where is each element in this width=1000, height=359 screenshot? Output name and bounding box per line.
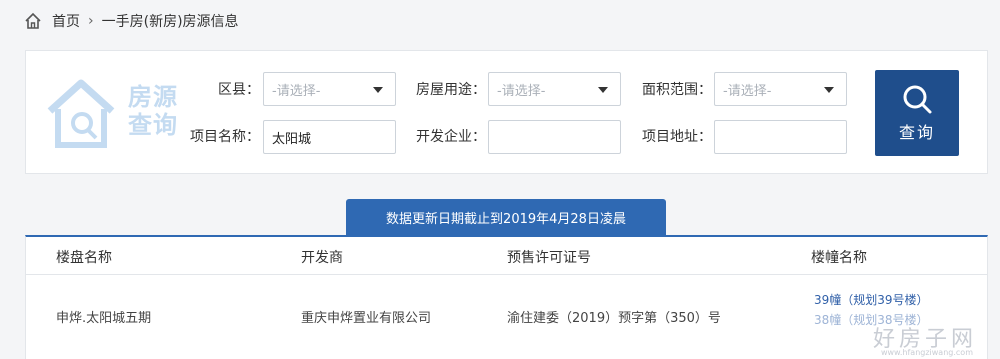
house-icon	[47, 79, 115, 148]
address-label: 项目地址：	[642, 129, 712, 145]
area-select[interactable]: -请选择-	[714, 72, 847, 106]
usage-placeholder: -请选择-	[497, 83, 546, 99]
house-search-logo: 房源 查询	[46, 75, 196, 151]
search-panel: 房源 查询 区县： -请选择- 房屋用途： -请选择- 面积范围： -请选择- …	[25, 50, 988, 174]
caret-down-icon	[824, 87, 834, 93]
breadcrumb-home-link[interactable]: 首页	[52, 11, 80, 31]
search-button-label: 查询	[898, 123, 935, 142]
breadcrumb: 首页 › 一手房(新房)房源信息	[24, 10, 239, 32]
district-placeholder: -请选择-	[272, 83, 321, 99]
building-link[interactable]: 39幢（规划39号楼）	[814, 291, 929, 308]
developer-input[interactable]	[488, 120, 621, 154]
area-label: 面积范围：	[642, 82, 712, 98]
col-permit: 预售许可证号	[507, 250, 591, 266]
table-header: 楼盘名称 开发商 预售许可证号 楼幢名称	[26, 237, 987, 275]
project-name-input[interactable]: 太阳城	[263, 120, 396, 154]
chevron-right-icon: ›	[88, 13, 94, 29]
col-project: 楼盘名称	[56, 250, 112, 266]
home-icon[interactable]	[24, 12, 42, 30]
row-project[interactable]: 申烨.太阳城五期	[56, 307, 151, 326]
project-name-value: 太阳城	[272, 131, 312, 147]
logo-line1: 房源	[128, 83, 178, 111]
watermark-url: www.hfangziwang.com	[880, 348, 973, 357]
developer-label: 开发企业：	[416, 129, 486, 145]
area-placeholder: -请选择-	[723, 83, 772, 99]
usage-select[interactable]: -请选择-	[488, 72, 621, 106]
row-developer: 重庆申烨置业有限公司	[301, 311, 432, 326]
address-input[interactable]	[714, 120, 847, 154]
results-table: 楼盘名称 开发商 预售许可证号 楼幢名称 申烨.太阳城五期 重庆申烨置业有限公司…	[25, 235, 988, 359]
col-buildings: 楼幢名称	[811, 250, 867, 266]
project-name-label: 项目名称：	[190, 129, 260, 145]
search-icon	[903, 85, 932, 114]
district-select[interactable]: -请选择-	[263, 72, 396, 106]
caret-down-icon	[598, 87, 608, 93]
usage-label: 房屋用途：	[416, 82, 486, 98]
district-label: 区县：	[218, 82, 260, 98]
col-developer: 开发商	[301, 250, 343, 266]
logo-line2: 查询	[128, 111, 178, 139]
caret-down-icon	[373, 87, 383, 93]
update-notice-tab: 数据更新日期截止到2019年4月28日凌晨	[346, 199, 666, 236]
breadcrumb-current: 一手房(新房)房源信息	[101, 14, 239, 30]
row-permit: 渝住建委（2019）预字第（350）号	[507, 311, 721, 326]
search-button[interactable]: 查询	[875, 70, 959, 156]
